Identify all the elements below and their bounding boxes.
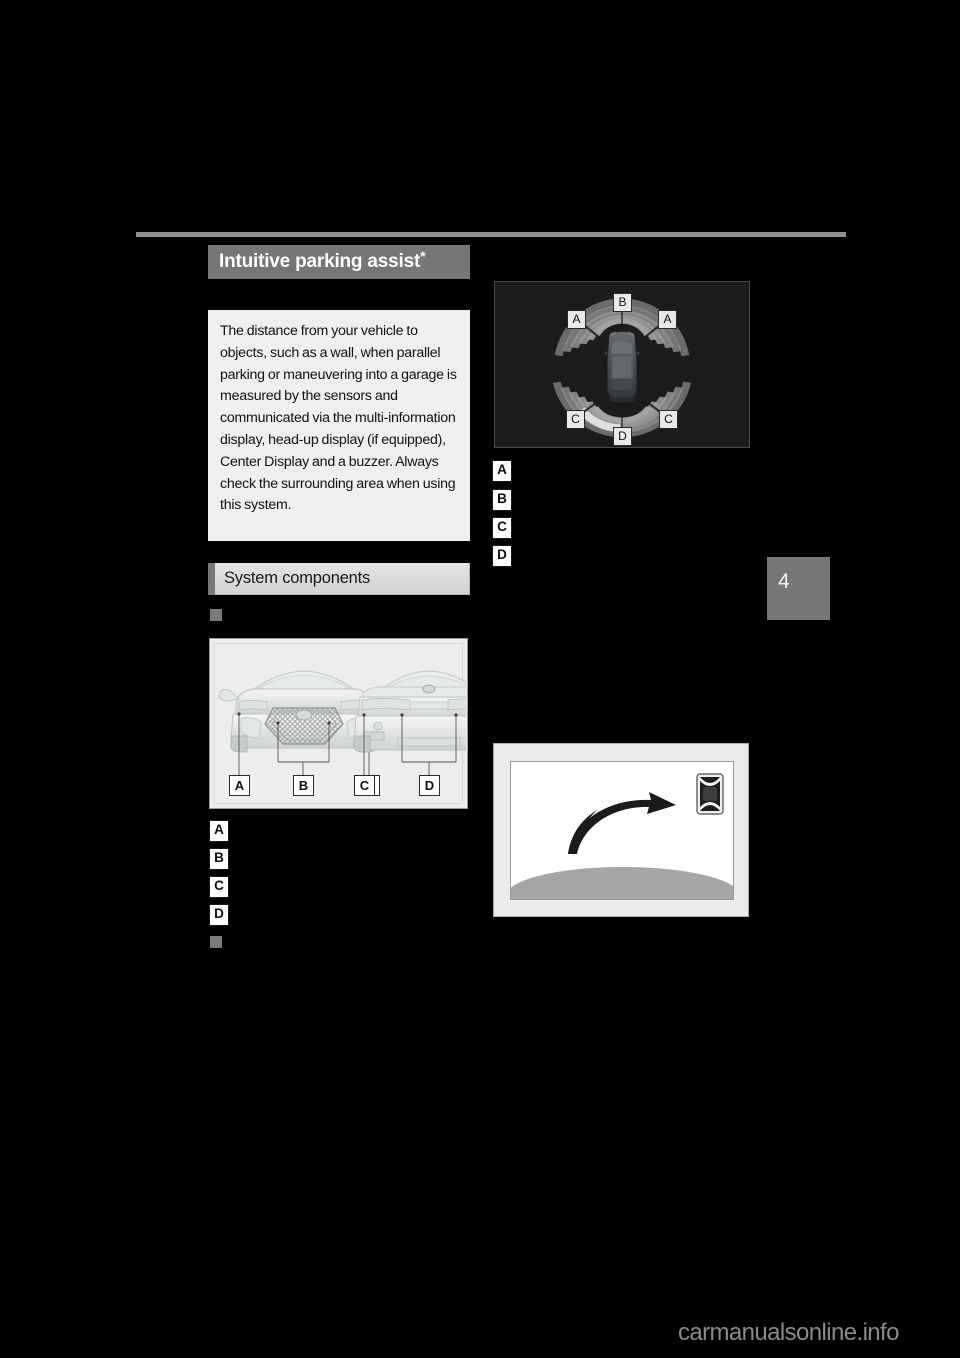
- callout-front-left-a: A: [229, 775, 250, 796]
- display-label-top-center-b: B: [613, 293, 632, 312]
- subsection-title: System components: [224, 569, 371, 587]
- left-list-marker-d: D: [209, 904, 229, 926]
- section-title-bar: Intuitive parking assist *: [208, 245, 470, 279]
- callout-front-center-b: B: [293, 775, 314, 796]
- right-list-marker-c: C: [492, 517, 512, 539]
- chapter-tab: 4: [767, 557, 830, 620]
- parking-assist-display-figure: A B A C D C: [494, 281, 750, 448]
- vehicle-sensor-figure: A B A C D C: [209, 638, 468, 809]
- callout-rear-center-d: D: [419, 775, 440, 796]
- left-list-marker-b: B: [209, 848, 229, 870]
- center-display-screen: [510, 761, 734, 900]
- manual-page: Intuitive parking assist * The distance f…: [0, 0, 960, 1358]
- title-asterisk: *: [420, 248, 426, 264]
- figure-inner-border: A B A C D C: [214, 643, 467, 804]
- display-label-top-left-a: A: [567, 310, 586, 329]
- page-title: Intuitive parking assist: [219, 251, 421, 272]
- rear-view: [353, 670, 467, 776]
- intro-text-panel: The distance from your vehicle to object…: [208, 310, 470, 541]
- subsection-header: System components: [208, 562, 470, 595]
- right-list-marker-d: D: [492, 545, 512, 567]
- vehicle-topdown-icon: [603, 330, 641, 406]
- screen-overlay-graphics: [568, 773, 724, 854]
- display-label-bottom-left-c: C: [566, 410, 585, 429]
- display-label-top-right-a: A: [658, 310, 677, 329]
- intro-paragraph: The distance from your vehicle to object…: [220, 323, 457, 514]
- site-watermark: carmanualsonline.info: [678, 1319, 899, 1346]
- right-list-marker-a: A: [492, 460, 512, 482]
- right-list-marker-b: B: [492, 489, 512, 511]
- callout-rear-left-c: C: [354, 775, 375, 796]
- header-rule: [136, 232, 846, 237]
- bullet-square-top: [210, 609, 222, 621]
- chapter-number: 4: [778, 570, 790, 593]
- bullet-square-bottom: [210, 936, 222, 948]
- display-label-bottom-center-d: D: [613, 427, 632, 446]
- left-list-marker-c: C: [209, 876, 229, 898]
- subsection-accent-bar: [208, 562, 215, 595]
- left-list-marker-a: A: [209, 820, 229, 842]
- center-display-figure: [493, 743, 749, 917]
- display-label-bottom-right-c: C: [659, 410, 678, 429]
- target-vehicle-icon: [696, 773, 724, 815]
